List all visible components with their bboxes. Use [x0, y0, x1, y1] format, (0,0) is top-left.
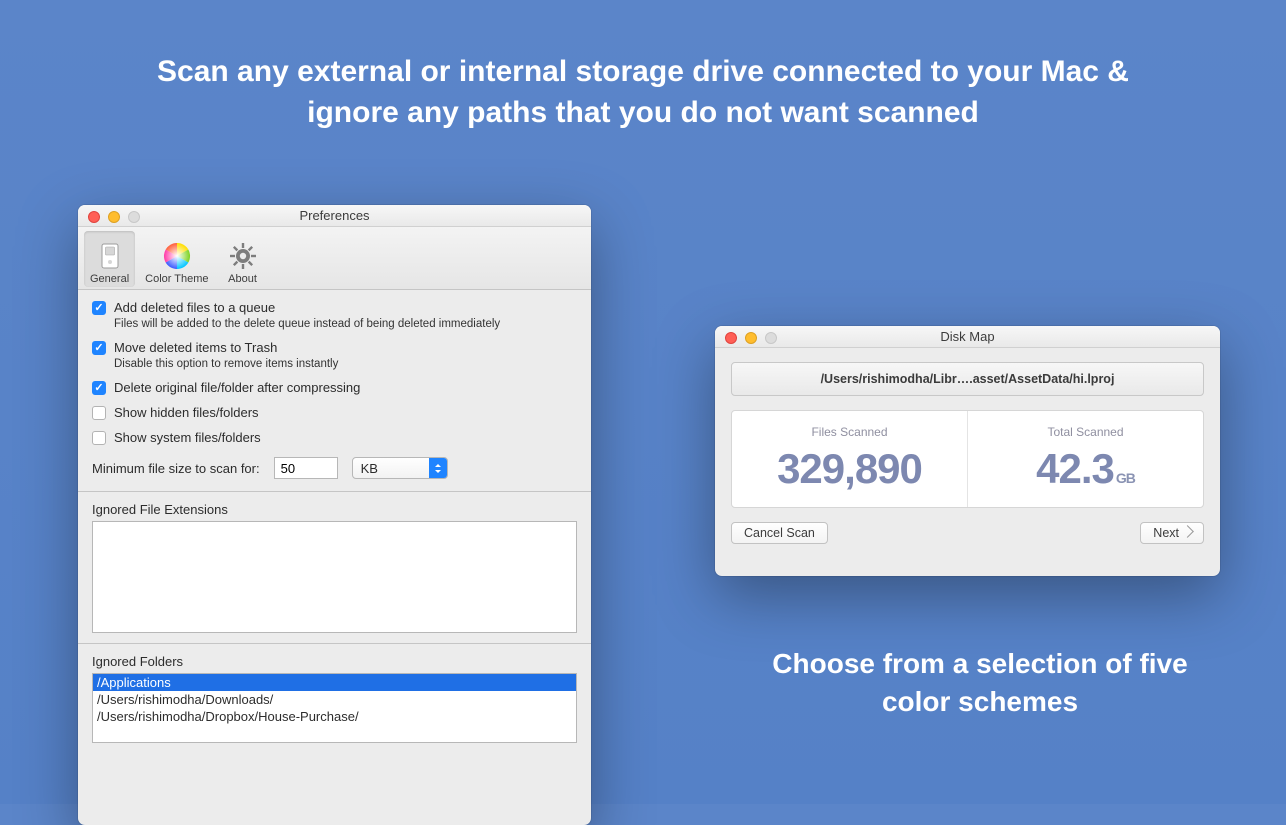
total-scanned-unit: GB — [1116, 470, 1135, 486]
titlebar[interactable]: Disk Map — [715, 326, 1220, 348]
tab-color-theme[interactable]: Color Theme — [139, 231, 214, 287]
switch-icon — [96, 242, 124, 270]
tab-about[interactable]: About — [219, 231, 267, 287]
list-ignored-folders[interactable]: /Applications /Users/rishimodha/Download… — [92, 673, 577, 743]
chevron-updown-icon — [429, 458, 447, 478]
next-button[interactable]: Next — [1140, 522, 1204, 544]
checkbox-move-trash[interactable] — [92, 341, 106, 355]
color-wheel-icon — [163, 242, 191, 270]
cancel-scan-label: Cancel Scan — [744, 526, 815, 540]
label-move-trash: Move deleted items to Trash — [114, 340, 277, 355]
checkbox-show-hidden[interactable] — [92, 406, 106, 420]
chevron-right-icon — [1181, 522, 1195, 544]
label-delete-after-compress: Delete original file/folder after compre… — [114, 380, 360, 395]
titlebar[interactable]: Preferences — [78, 205, 591, 227]
list-item[interactable]: /Applications — [93, 674, 576, 691]
close-icon[interactable] — [88, 211, 100, 223]
label-show-system: Show system files/folders — [114, 430, 261, 445]
list-item[interactable]: /Users/rishimodha/Downloads/ — [93, 691, 576, 708]
tab-color-theme-label: Color Theme — [145, 273, 208, 285]
next-label: Next — [1153, 526, 1179, 540]
label-ignored-ext: Ignored File Extensions — [92, 502, 577, 517]
label-min-size: Minimum file size to scan for: — [92, 461, 260, 476]
marketing-subheadline: Choose from a selection of five color sc… — [750, 645, 1210, 721]
select-size-unit[interactable]: KB — [352, 457, 448, 479]
input-min-size[interactable] — [274, 457, 338, 479]
gear-icon — [229, 242, 257, 270]
diskmap-window: Disk Map /Users/rishimodha/Libr….asset/A… — [715, 326, 1220, 576]
zoom-icon — [765, 332, 777, 344]
preferences-window: Preferences General — [78, 205, 591, 825]
close-icon[interactable] — [725, 332, 737, 344]
helper-add-queue: Files will be added to the delete queue … — [114, 318, 577, 330]
marketing-headline: Scan any external or internal storage dr… — [0, 0, 1286, 133]
files-scanned-label: Files Scanned — [811, 425, 887, 439]
scan-stats: Files Scanned 329,890 Total Scanned 42.3… — [731, 410, 1204, 508]
tab-about-label: About — [228, 273, 257, 285]
list-ignored-ext[interactable] — [92, 521, 577, 633]
label-show-hidden: Show hidden files/folders — [114, 405, 259, 420]
label-add-queue: Add deleted files to a queue — [114, 300, 275, 315]
label-ignored-folders: Ignored Folders — [92, 654, 577, 669]
preferences-toolbar: General — [78, 227, 591, 290]
checkbox-delete-after-compress[interactable] — [92, 381, 106, 395]
window-title: Preferences — [78, 208, 591, 223]
files-scanned-value: 329,890 — [777, 445, 922, 493]
tab-general-label: General — [90, 273, 129, 285]
minimize-icon[interactable] — [745, 332, 757, 344]
checkbox-show-system[interactable] — [92, 431, 106, 445]
cancel-scan-button[interactable]: Cancel Scan — [731, 522, 828, 544]
tab-general[interactable]: General — [84, 231, 135, 287]
minimize-icon[interactable] — [108, 211, 120, 223]
checkbox-add-queue[interactable] — [92, 301, 106, 315]
path-text: /Users/rishimodha/Libr….asset/AssetData/… — [821, 372, 1115, 386]
total-scanned-label: Total Scanned — [1047, 425, 1123, 439]
select-size-unit-value: KB — [361, 461, 378, 476]
window-title: Disk Map — [715, 329, 1220, 344]
path-display: /Users/rishimodha/Libr….asset/AssetData/… — [731, 362, 1204, 396]
list-item[interactable]: /Users/rishimodha/Dropbox/House-Purchase… — [93, 708, 576, 725]
zoom-icon — [128, 211, 140, 223]
helper-move-trash: Disable this option to remove items inst… — [114, 358, 577, 370]
total-scanned-value: 42.3 — [1036, 445, 1114, 493]
